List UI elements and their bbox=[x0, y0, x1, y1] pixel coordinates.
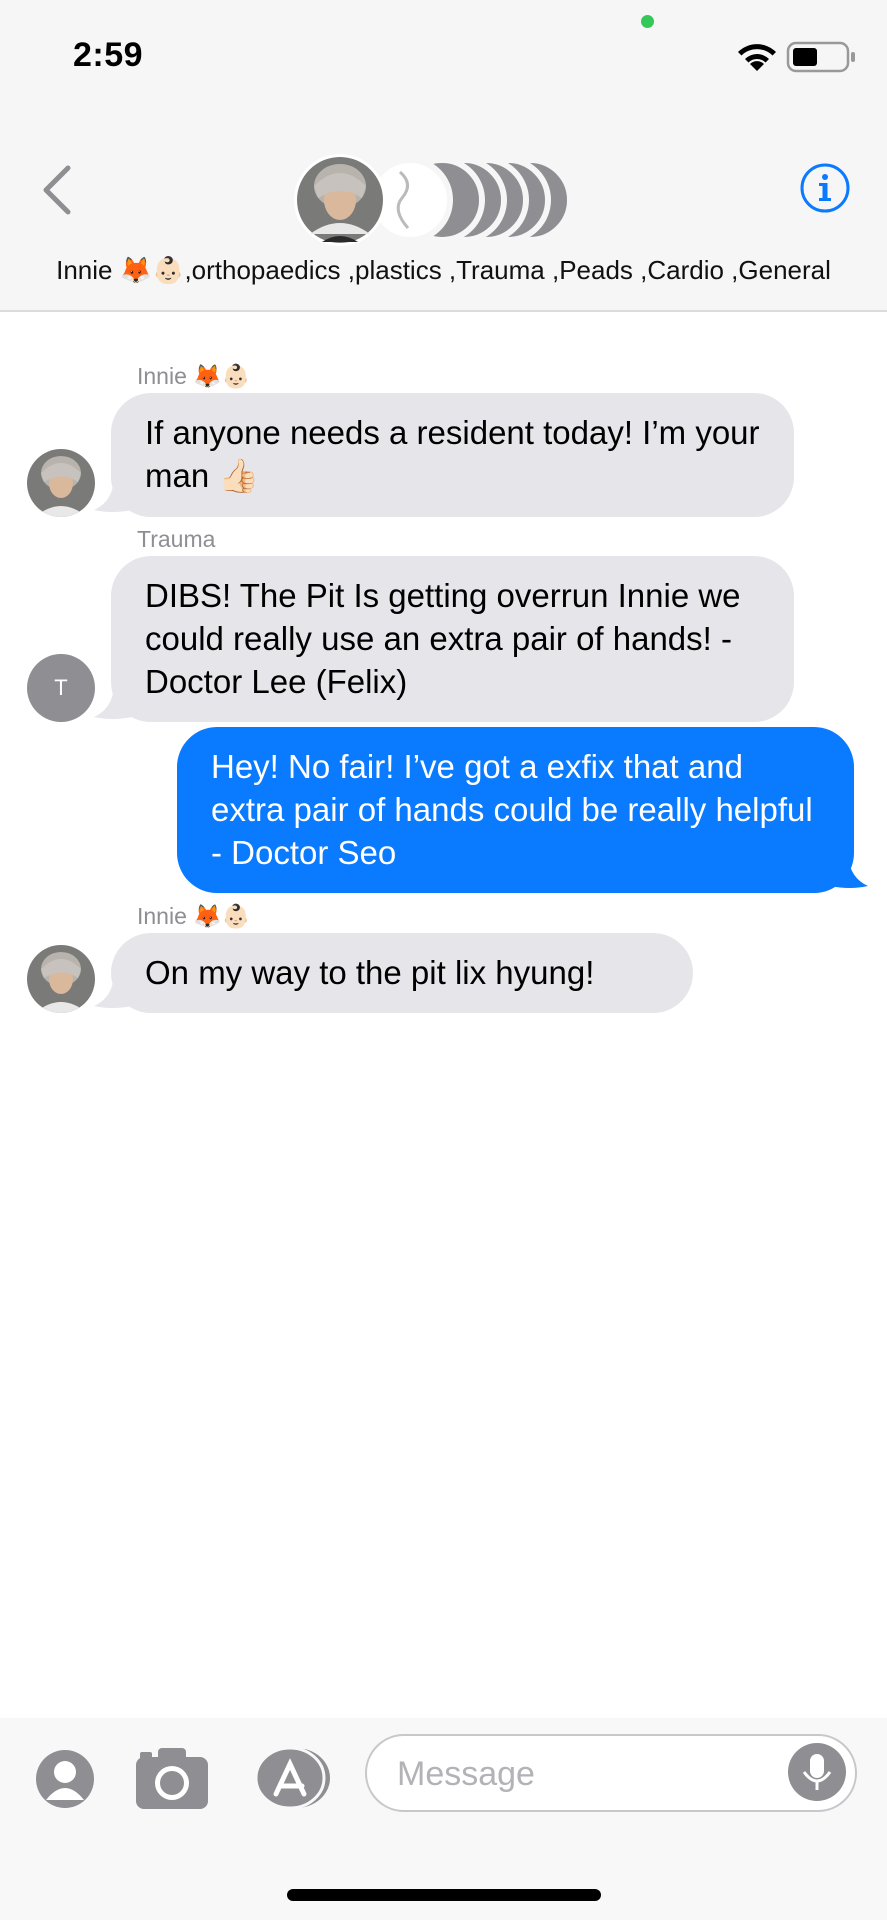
message-bubble[interactable]: DIBS! The Pit Is getting overrun Innie w… bbox=[111, 556, 794, 722]
avatar[interactable] bbox=[27, 449, 95, 517]
message-sender: Innie 🦊👶🏻 bbox=[137, 363, 251, 389]
conversation-header: Innie 🦊👶🏻,orthopaedics ,plastics ,Trauma… bbox=[0, 110, 887, 312]
battery-icon bbox=[786, 41, 855, 73]
group-avatar-stack[interactable] bbox=[292, 150, 582, 250]
avatar[interactable] bbox=[27, 945, 95, 1013]
app-store-icon[interactable] bbox=[252, 1746, 334, 1810]
message-bubble[interactable]: Hey! No fair! I’ve got a exfix that and … bbox=[177, 727, 854, 893]
chevron-left-icon[interactable] bbox=[38, 160, 78, 220]
message-bubble[interactable]: On my way to the pit lix hyung! bbox=[111, 933, 693, 1013]
message-input[interactable]: Message bbox=[365, 1734, 857, 1812]
home-indicator[interactable] bbox=[287, 1889, 601, 1901]
info-icon[interactable] bbox=[799, 162, 851, 214]
avatar[interactable]: T bbox=[27, 654, 95, 722]
message-sender: Trauma bbox=[137, 526, 216, 552]
microphone-icon[interactable] bbox=[787, 1742, 847, 1802]
message-sender: Innie 🦊👶🏻 bbox=[137, 903, 251, 929]
message-placeholder: Message bbox=[397, 1755, 535, 1793]
status-time: 2:59 bbox=[73, 36, 144, 74]
contact-icon[interactable] bbox=[34, 1748, 96, 1810]
message-bubble[interactable]: If anyone needs a resident today! I’m yo… bbox=[111, 393, 794, 517]
wifi-icon bbox=[738, 44, 776, 71]
group-title[interactable]: Innie 🦊👶🏻,orthopaedics ,plastics ,Trauma… bbox=[0, 255, 887, 286]
status-bar: 2:59 bbox=[0, 0, 887, 110]
camera-in-use-dot bbox=[641, 15, 654, 28]
camera-icon[interactable] bbox=[134, 1745, 210, 1811]
